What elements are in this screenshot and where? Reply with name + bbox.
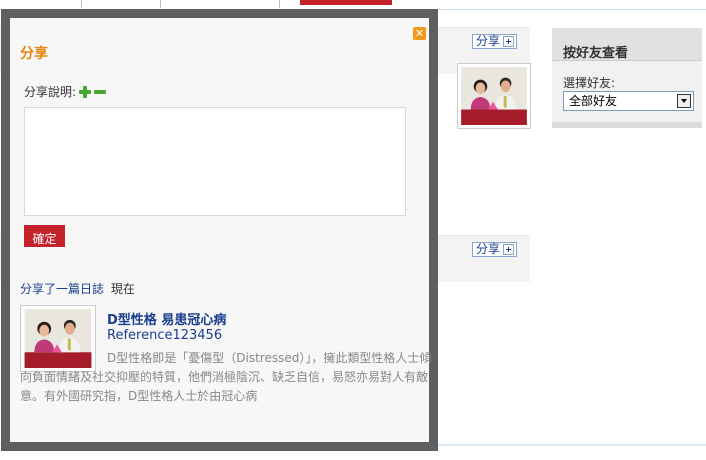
- panel-footer: [552, 122, 702, 128]
- feed-thumbnail[interactable]: [457, 63, 531, 129]
- friend-select-value: 全部好友: [569, 94, 618, 108]
- share-button[interactable]: 分享: [472, 34, 518, 49]
- friend-select[interactable]: 全部好友: [563, 91, 694, 111]
- friend-filter-panel: 按好友查看 選擇好友: 全部好友: [552, 28, 702, 128]
- description-row: 分享說明:: [24, 83, 107, 100]
- description-input[interactable]: [24, 107, 406, 216]
- remove-icon[interactable]: [94, 89, 107, 94]
- confirm-button[interactable]: 確定: [24, 225, 65, 247]
- share-button-label: 分享: [476, 242, 501, 256]
- time-text: 現在: [110, 282, 135, 296]
- share-button[interactable]: 分享: [472, 242, 518, 257]
- top-tab[interactable]: [0, 0, 82, 8]
- post-reference[interactable]: Reference123456: [107, 328, 222, 343]
- top-tab[interactable]: [86, 0, 161, 8]
- post-excerpt: D型性格即是「憂傷型（Distressed）」，擁此類型性格人士傾向負面情緒及社…: [20, 351, 432, 403]
- select-friend-label: 選擇好友:: [563, 76, 616, 90]
- dropdown-arrow-icon[interactable]: [677, 94, 691, 108]
- description-label: 分享說明:: [24, 85, 77, 99]
- shared-status: 分享了一篇日誌 現在: [20, 280, 135, 297]
- top-tab-active[interactable]: [300, 0, 392, 5]
- dialog-title: 分享: [20, 46, 48, 62]
- top-tab[interactable]: [170, 0, 280, 8]
- post-title[interactable]: D型性格 易患冠心病: [107, 309, 226, 328]
- shared-text: 分享了一篇日誌: [20, 282, 105, 296]
- couple-photo: [461, 67, 527, 125]
- close-icon: ✕: [414, 27, 425, 40]
- close-button[interactable]: ✕: [413, 27, 426, 40]
- share-dialog: 分享 ✕ 分享說明: 確定 分享了一篇日誌 現在 D型性格 易患冠心病 Refe…: [1, 9, 438, 451]
- share-button-label: 分享: [476, 34, 501, 48]
- panel-title: 按好友查看: [552, 29, 702, 61]
- plus-icon: [503, 36, 515, 47]
- add-icon[interactable]: [79, 85, 92, 98]
- plus-icon: [503, 244, 515, 255]
